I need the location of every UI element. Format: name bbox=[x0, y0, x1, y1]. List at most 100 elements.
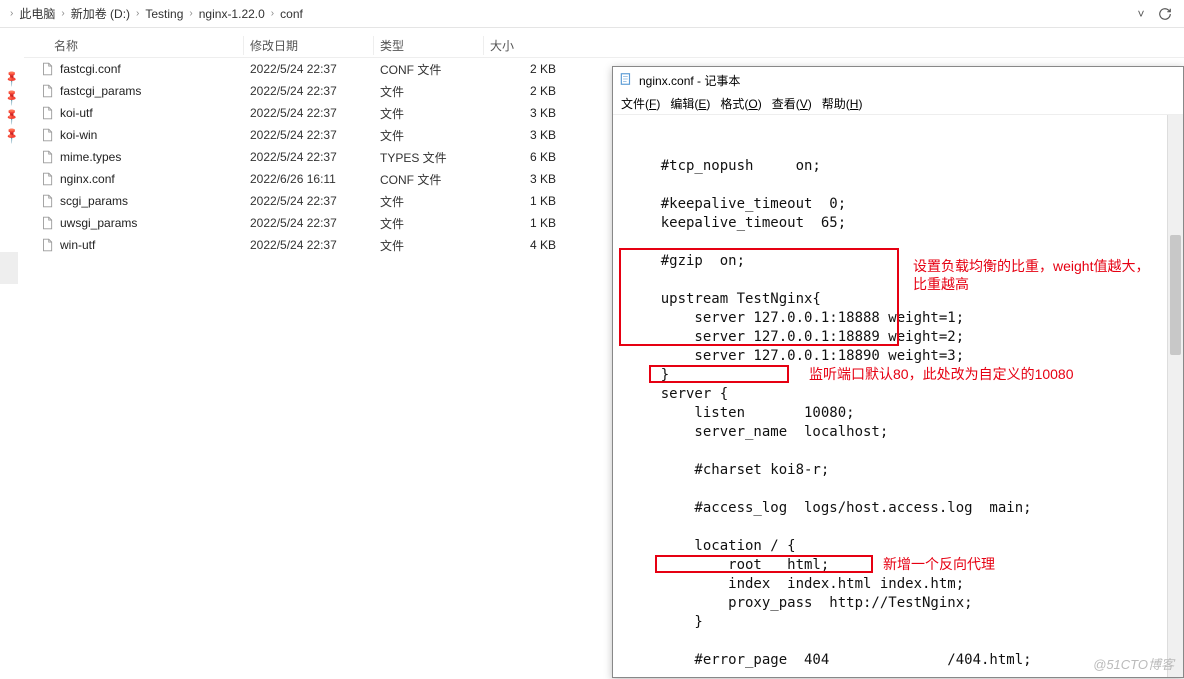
notepad-title: nginx.conf - 记事本 bbox=[639, 72, 740, 89]
column-date[interactable]: 修改日期 bbox=[244, 36, 374, 55]
code-line: #charset koi8-r; bbox=[627, 461, 1173, 480]
code-line bbox=[627, 480, 1173, 499]
code-line: server_name localhost; bbox=[627, 423, 1173, 442]
annotation-proxypass: 新增一个反向代理 bbox=[883, 555, 1083, 573]
column-name[interactable]: 名称 bbox=[24, 36, 244, 55]
breadcrumb: › 此电脑 › 新加卷 (D:) › Testing › nginx-1.22.… bbox=[0, 0, 1184, 28]
code-line: server { bbox=[627, 385, 1173, 404]
file-icon bbox=[40, 84, 54, 98]
file-size: 3 KB bbox=[484, 128, 564, 142]
file-icon bbox=[40, 238, 54, 252]
file-date: 2022/5/24 22:37 bbox=[244, 238, 374, 252]
scrollbar-thumb[interactable] bbox=[1170, 235, 1181, 355]
file-type: 文件 bbox=[374, 83, 484, 100]
annotation-listen: 监听端口默认80，此处改为自定义的10080 bbox=[809, 365, 1169, 383]
breadcrumb-item[interactable]: conf bbox=[276, 7, 307, 21]
file-size: 3 KB bbox=[484, 106, 564, 120]
pin-icon[interactable]: 📌 bbox=[3, 126, 22, 145]
breadcrumb-item[interactable]: 新加卷 (D:) bbox=[67, 5, 134, 22]
code-line: keepalive_timeout 65; bbox=[627, 214, 1173, 233]
file-icon bbox=[40, 172, 54, 186]
file-name: mime.types bbox=[60, 150, 121, 164]
code-line: server 127.0.0.1:18889 weight=2; bbox=[627, 328, 1173, 347]
file-size: 1 KB bbox=[484, 216, 564, 230]
file-size: 6 KB bbox=[484, 150, 564, 164]
file-name: fastcgi_params bbox=[60, 84, 141, 98]
file-type: 文件 bbox=[374, 105, 484, 122]
notepad-titlebar[interactable]: nginx.conf - 记事本 bbox=[613, 67, 1183, 93]
code-line bbox=[627, 176, 1173, 195]
breadcrumb-item[interactable]: nginx-1.22.0 bbox=[195, 7, 269, 21]
file-date: 2022/5/24 22:37 bbox=[244, 194, 374, 208]
file-type: CONF 文件 bbox=[374, 171, 484, 188]
pin-icon[interactable]: 📌 bbox=[3, 107, 22, 126]
file-date: 2022/5/24 22:37 bbox=[244, 128, 374, 142]
code-line: proxy_pass http://TestNginx; bbox=[627, 594, 1173, 613]
annotation-upstream: 设置负载均衡的比重，weight值越大，比重越高 bbox=[913, 257, 1163, 293]
file-size: 4 KB bbox=[484, 238, 564, 252]
file-name: koi-utf bbox=[60, 106, 93, 120]
menu-edit[interactable]: 编辑(E) bbox=[670, 95, 710, 112]
notepad-textarea[interactable]: #tcp_nopush on; #keepalive_timeout 0; ke… bbox=[613, 115, 1183, 677]
file-size: 3 KB bbox=[484, 172, 564, 186]
code-line bbox=[627, 632, 1173, 651]
file-type: 文件 bbox=[374, 193, 484, 210]
notepad-icon bbox=[619, 72, 633, 89]
column-type[interactable]: 类型 bbox=[374, 36, 484, 55]
notepad-menubar: 文件(F) 编辑(E) 格式(O) 查看(V) 帮助(H) bbox=[613, 93, 1183, 115]
code-line: #access_log logs/host.access.log main; bbox=[627, 499, 1173, 518]
file-size: 2 KB bbox=[484, 62, 564, 76]
breadcrumb-sep: › bbox=[187, 8, 194, 19]
file-icon bbox=[40, 62, 54, 76]
code-line bbox=[627, 233, 1173, 252]
file-name: uwsgi_params bbox=[60, 216, 137, 230]
file-name: win-utf bbox=[60, 238, 95, 252]
menu-view[interactable]: 查看(V) bbox=[772, 95, 812, 112]
breadcrumb-sep: › bbox=[8, 8, 15, 19]
breadcrumb-sep: › bbox=[134, 8, 141, 19]
file-type: 文件 bbox=[374, 215, 484, 232]
file-type: 文件 bbox=[374, 127, 484, 144]
breadcrumb-item[interactable]: Testing bbox=[141, 7, 187, 21]
side-tab[interactable] bbox=[0, 252, 18, 284]
file-icon bbox=[40, 150, 54, 164]
code-line bbox=[627, 670, 1173, 677]
scrollbar-vertical[interactable] bbox=[1167, 115, 1183, 677]
file-size: 2 KB bbox=[484, 84, 564, 98]
refresh-icon[interactable] bbox=[1154, 3, 1176, 25]
column-size[interactable]: 大小 bbox=[484, 36, 564, 55]
file-type: TYPES 文件 bbox=[374, 149, 484, 166]
code-line: server 127.0.0.1:18890 weight=3; bbox=[627, 347, 1173, 366]
file-icon bbox=[40, 194, 54, 208]
file-icon bbox=[40, 106, 54, 120]
file-date: 2022/5/24 22:37 bbox=[244, 62, 374, 76]
file-date: 2022/5/24 22:37 bbox=[244, 84, 374, 98]
pin-icon[interactable]: 📌 bbox=[3, 88, 22, 107]
file-type: 文件 bbox=[374, 237, 484, 254]
file-list-header: 名称 修改日期 类型 大小 bbox=[24, 36, 1184, 58]
breadcrumb-item[interactable]: 此电脑 bbox=[15, 5, 59, 22]
file-date: 2022/6/26 16:11 bbox=[244, 172, 374, 186]
file-icon bbox=[40, 128, 54, 142]
code-line: #error_page 404 /404.html; bbox=[627, 651, 1173, 670]
menu-file[interactable]: 文件(F) bbox=[621, 95, 660, 112]
code-line: } bbox=[627, 613, 1173, 632]
file-size: 1 KB bbox=[484, 194, 564, 208]
code-line bbox=[627, 518, 1173, 537]
pin-icon[interactable]: 📌 bbox=[3, 69, 22, 88]
code-line: listen 10080; bbox=[627, 404, 1173, 423]
menu-help[interactable]: 帮助(H) bbox=[822, 95, 863, 112]
code-line: #keepalive_timeout 0; bbox=[627, 195, 1173, 214]
file-date: 2022/5/24 22:37 bbox=[244, 150, 374, 164]
file-date: 2022/5/24 22:37 bbox=[244, 216, 374, 230]
file-type: CONF 文件 bbox=[374, 61, 484, 78]
code-line: server 127.0.0.1:18888 weight=1; bbox=[627, 309, 1173, 328]
file-name: koi-win bbox=[60, 128, 97, 142]
code-line: index index.html index.htm; bbox=[627, 575, 1173, 594]
file-icon bbox=[40, 216, 54, 230]
menu-format[interactable]: 格式(O) bbox=[720, 95, 761, 112]
code-line: location / { bbox=[627, 537, 1173, 556]
file-name: scgi_params bbox=[60, 194, 128, 208]
file-name: nginx.conf bbox=[60, 172, 115, 186]
dropdown-icon[interactable]: ˅ bbox=[1130, 3, 1152, 25]
